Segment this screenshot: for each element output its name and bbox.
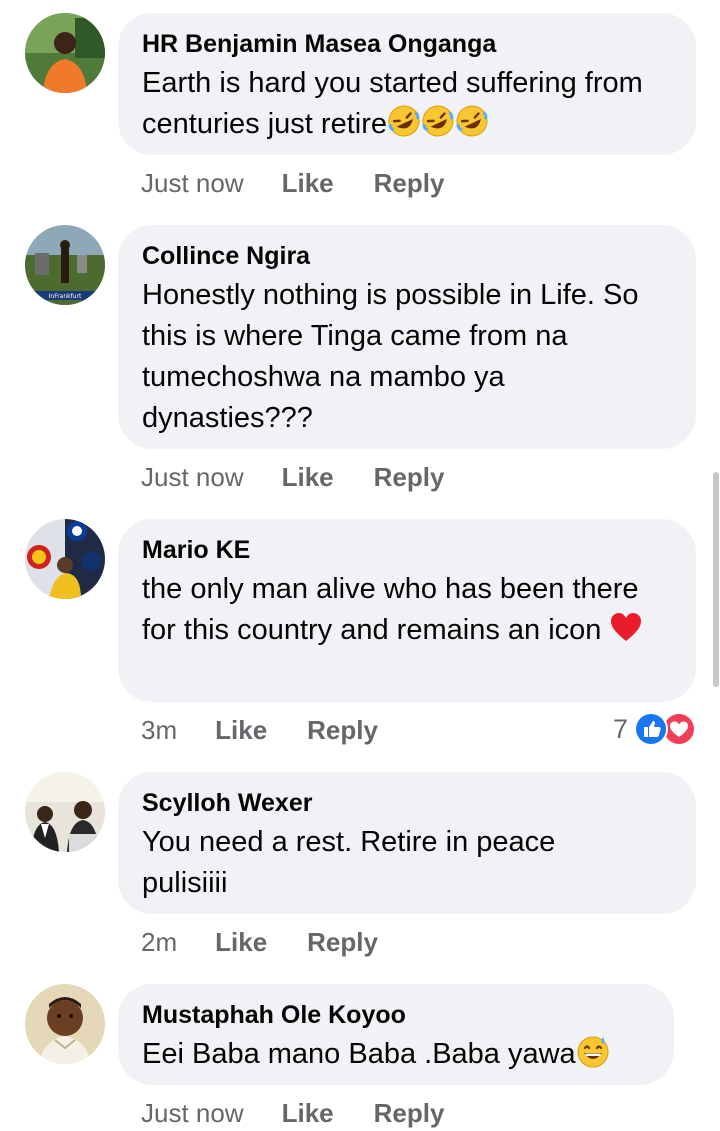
svg-text:InFrankfurt: InFrankfurt (49, 293, 82, 300)
comment-timestamp[interactable]: Just now (141, 168, 244, 199)
like-button[interactable]: Like (282, 168, 334, 199)
comment-text: Earth is hard you started suffering from… (142, 67, 643, 140)
like-button[interactable]: Like (215, 927, 267, 958)
comment-actions: Just now Like Reply (141, 168, 444, 199)
reply-button[interactable]: Reply (374, 462, 445, 493)
rofl-emoji (455, 104, 489, 138)
comment-timestamp[interactable]: Just now (141, 1098, 244, 1129)
comment-timestamp[interactable]: 3m (141, 715, 177, 746)
reaction-count: 7 (612, 713, 628, 744)
comment-bubble: Collince Ngira Honestly nothing is possi… (118, 225, 696, 449)
like-reaction-icon (634, 712, 668, 746)
reply-button[interactable]: Reply (374, 1098, 445, 1129)
grinning-sweat-emoji (576, 1034, 610, 1068)
comment-text: Eei Baba mano Baba .Baba yawa (142, 1034, 650, 1075)
comment-author[interactable]: Mario KE (142, 533, 672, 567)
like-button[interactable]: Like (215, 715, 267, 746)
comment-text: Honestly nothing is possible in Life. So… (142, 279, 639, 434)
reaction-summary[interactable]: 7 (613, 712, 696, 746)
comment-author[interactable]: Scylloh Wexer (142, 786, 672, 820)
comment-bubble: Scylloh Wexer You need a rest. Retire in… (118, 772, 696, 914)
comment-timestamp[interactable]: Just now (141, 462, 244, 493)
comment-actions: 3m Like Reply (141, 715, 378, 746)
comment-text: You need a rest. Retire in peace pulisii… (142, 826, 556, 899)
reply-button[interactable]: Reply (307, 927, 378, 958)
comment-author[interactable]: Collince Ngira (142, 239, 672, 273)
avatar[interactable] (25, 13, 105, 93)
avatar[interactable] (25, 772, 105, 852)
comment-actions: Just now Like Reply (141, 462, 444, 493)
rofl-emoji (421, 104, 455, 138)
comment-bubble: HR Benjamin Masea Onganga Earth is hard … (118, 13, 696, 155)
reply-button[interactable]: Reply (307, 715, 378, 746)
comment-author[interactable]: Mustaphah Ole Koyoo (142, 998, 650, 1032)
avatar[interactable] (25, 519, 105, 599)
comment-author[interactable]: HR Benjamin Masea Onganga (142, 27, 672, 61)
comment-actions: 2m Like Reply (141, 927, 378, 958)
comment-bubble: Mario KE the only man alive who has been… (118, 519, 696, 702)
comment-text: the only man alive who has been there fo… (142, 569, 672, 651)
rofl-emoji (387, 104, 421, 138)
comment-bubble: Mustaphah Ole Koyoo Eei Baba mano Baba .… (118, 984, 674, 1085)
comment-actions: Just now Like Reply (141, 1098, 444, 1129)
red-heart-emoji (609, 610, 643, 644)
avatar[interactable] (25, 984, 105, 1064)
avatar[interactable]: InFrankfurt (25, 225, 105, 305)
like-button[interactable]: Like (282, 462, 334, 493)
scrollbar[interactable] (713, 472, 719, 687)
comments-page: HR Benjamin Masea Onganga Earth is hard … (0, 0, 720, 1131)
like-button[interactable]: Like (282, 1098, 334, 1129)
comment-timestamp[interactable]: 2m (141, 927, 177, 958)
reply-button[interactable]: Reply (374, 168, 445, 199)
